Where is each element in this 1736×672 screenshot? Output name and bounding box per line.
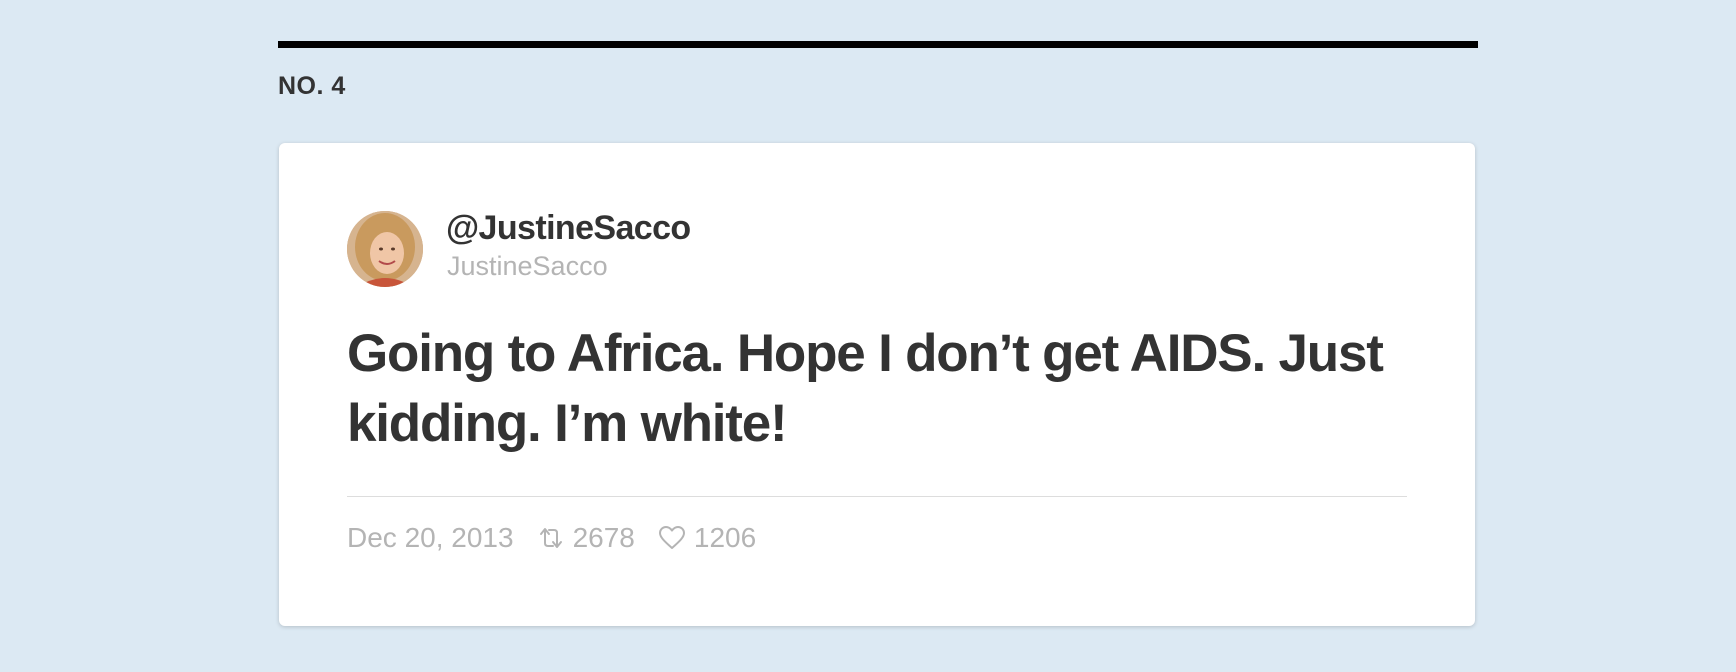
avatar-image [347,211,423,287]
tweet-card[interactable]: @JustineSacco JustineSacco Going to Afri… [279,143,1475,626]
tweet-divider [347,496,1407,497]
tweet-date[interactable]: Dec 20, 2013 [347,522,514,554]
tweet-handle[interactable]: @JustineSacco [446,209,691,248]
tweet-display-name[interactable]: JustineSacco [447,251,608,282]
section-rule [278,41,1478,48]
heart-icon[interactable] [657,523,687,553]
avatar[interactable] [347,211,423,287]
like-count: 1206 [693,522,757,553]
retweet-count: 2678 [572,522,635,553]
retweet-icon[interactable] [536,523,566,553]
tweet-meta: Dec 20, 2013 2678 1206 [347,518,756,558]
tweet-text: Going to Africa. Hope I don’t get AIDS. … [347,324,1384,453]
section-number-label: NO. 4 [278,72,346,100]
